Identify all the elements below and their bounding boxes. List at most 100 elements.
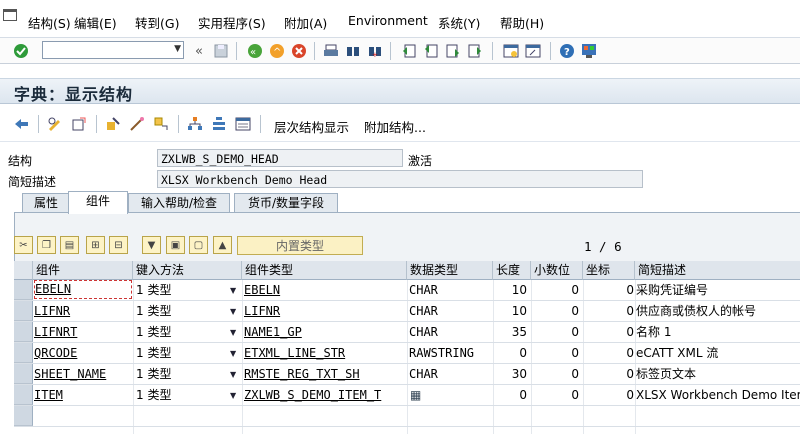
data-type-cell: CHAR — [409, 325, 438, 339]
sort-down-icon[interactable]: ▼ — [142, 236, 161, 254]
last-page-icon[interactable] — [466, 42, 484, 60]
component-name-cell[interactable]: SHEET_NAME — [34, 364, 132, 384]
row-selector[interactable] — [14, 385, 33, 405]
typing-method-cell[interactable]: 1 类型 — [136, 385, 226, 405]
column-header-coordinate[interactable]: 坐标 — [583, 261, 635, 280]
component-type-cell[interactable]: NAME1_GP — [244, 322, 404, 342]
column-header-data-type[interactable]: 数据类型 — [407, 261, 493, 280]
sort-up-icon[interactable]: ▲ — [213, 236, 232, 254]
next-page-icon[interactable] — [444, 42, 462, 60]
find-icon[interactable] — [344, 42, 362, 60]
component-type-cell[interactable]: RMSTE_REG_TXT_SH — [244, 364, 404, 384]
find-next-icon[interactable]: + — [366, 42, 384, 60]
tab-input-help[interactable]: 输入帮助/检查 — [128, 193, 230, 213]
paste-icon[interactable]: ▤ — [60, 236, 79, 254]
save-icon[interactable] — [212, 42, 230, 60]
length-cell: 30 — [511, 367, 527, 381]
component-type-cell[interactable]: LIFNR — [244, 301, 404, 321]
component-type-cell[interactable]: ETXML_LINE_STR — [244, 343, 404, 363]
first-page-icon[interactable] — [400, 42, 418, 60]
typing-method-cell[interactable]: 1 类型 — [136, 322, 226, 342]
row-selector[interactable] — [14, 322, 33, 342]
chevron-down-icon[interactable]: ▼ — [230, 307, 236, 316]
tab-components[interactable]: 组件 — [68, 191, 128, 214]
info-system-icon[interactable] — [234, 115, 252, 133]
chevron-down-icon[interactable]: ▼ — [230, 286, 236, 295]
component-name-cell[interactable]: LIFNR — [34, 301, 132, 321]
chevron-down-icon[interactable]: ▼ — [230, 349, 236, 358]
tab-attributes[interactable]: 属性 — [22, 193, 70, 213]
double-chevron-left-icon[interactable]: « — [190, 42, 208, 60]
column-header-typing-method[interactable]: 键入方法 — [133, 261, 242, 280]
menu-structure[interactable]: 结构(S) — [28, 13, 71, 32]
delete-row-icon[interactable]: ⊟ — [109, 236, 128, 254]
coordinate-cell: 0 — [626, 388, 634, 402]
menu-environment[interactable]: Environment — [348, 13, 428, 28]
column-header-length[interactable]: 长度 — [493, 261, 531, 280]
short-description-field[interactable]: XLSX Workbench Demo Head — [157, 170, 643, 188]
cut-icon[interactable]: ✂ — [14, 236, 33, 254]
display-change-icon[interactable] — [46, 115, 64, 133]
deselect-all-icon[interactable]: ▢ — [189, 236, 208, 254]
typing-method-cell[interactable]: 1 类型 — [136, 301, 226, 321]
component-type-cell[interactable]: ZXLWB_S_DEMO_ITEM_T — [244, 385, 404, 405]
chevron-down-icon[interactable]: ▼ — [230, 370, 236, 379]
menu-system[interactable]: 系统(Y) — [438, 13, 480, 32]
component-name-cell[interactable]: QRCODE — [34, 343, 132, 363]
column-header-decimals[interactable]: 小数位 — [531, 261, 583, 280]
create-session-icon[interactable] — [502, 42, 520, 60]
component-name-cell[interactable]: EBELN — [34, 280, 132, 299]
select-all-icon[interactable]: ▣ — [166, 236, 185, 254]
column-header-short-description[interactable]: 简短描述 — [635, 261, 800, 280]
tab-currency-fields[interactable]: 货币/数量字段 — [234, 193, 338, 213]
menu-help[interactable]: 帮助(H) — [500, 13, 544, 32]
row-selector[interactable] — [14, 280, 33, 300]
hierarchy-display-button[interactable]: 层次结构显示 — [274, 117, 349, 136]
row-selector[interactable] — [14, 364, 33, 384]
append-structure-button[interactable]: 附加结构... — [364, 117, 426, 136]
object-list-icon[interactable] — [186, 115, 204, 133]
column-header-component[interactable]: 组件 — [33, 261, 133, 280]
coordinate-cell: 0 — [626, 346, 634, 360]
column-header-component-type[interactable]: 组件类型 — [242, 261, 407, 280]
active-inactive-icon[interactable] — [70, 115, 88, 133]
enter-check-icon[interactable] — [12, 42, 30, 60]
where-used-icon[interactable] — [152, 115, 170, 133]
print-icon[interactable] — [322, 42, 340, 60]
row-selector[interactable] — [14, 343, 33, 363]
chevron-down-icon[interactable]: ▼ — [230, 391, 236, 400]
chevron-down-icon[interactable]: ▼ — [230, 328, 236, 337]
insert-row-icon[interactable]: ⊞ — [86, 236, 105, 254]
back-arrow-icon[interactable] — [12, 115, 30, 133]
component-name-cell[interactable]: LIFNRT — [34, 322, 132, 342]
navigation-window-icon[interactable] — [210, 115, 228, 133]
exit-icon[interactable]: ^ — [268, 42, 286, 60]
help-icon[interactable]: ? — [558, 42, 576, 60]
menu-utilities[interactable]: 实用程序(S) — [198, 13, 266, 32]
chevron-down-icon[interactable]: ▼ — [174, 44, 181, 54]
typing-method-cell[interactable]: 1 类型 — [136, 280, 226, 300]
component-name-cell[interactable]: ITEM — [34, 385, 132, 405]
cancel-icon[interactable] — [290, 42, 308, 60]
previous-page-icon[interactable] — [422, 42, 440, 60]
command-field[interactable]: ▼ — [42, 41, 184, 59]
row-selector[interactable] — [14, 301, 33, 321]
typing-method-cell[interactable]: 1 类型 — [136, 364, 226, 384]
component-type-cell[interactable]: EBELN — [244, 280, 404, 300]
check-object-icon[interactable] — [104, 115, 122, 133]
row-selector[interactable] — [14, 406, 33, 426]
customize-layout-icon[interactable] — [580, 42, 598, 60]
builtin-type-button[interactable]: 内置类型 — [237, 236, 363, 255]
structure-name-field[interactable]: ZXLWB_S_DEMO_HEAD — [157, 149, 403, 167]
copy-icon[interactable]: ❐ — [37, 236, 56, 254]
window-menu-icon[interactable] — [3, 9, 17, 21]
typing-method-cell[interactable]: 1 类型 — [136, 343, 226, 363]
select-all-corner[interactable] — [14, 261, 33, 280]
menu-extras[interactable]: 附加(A) — [284, 13, 327, 32]
shortcut-icon[interactable] — [524, 42, 542, 60]
menu-edit[interactable]: 编辑(E) — [74, 13, 117, 32]
activate-wand-icon[interactable] — [128, 115, 146, 133]
short-description-cell: XLSX Workbench Demo Item — [636, 388, 800, 402]
menu-goto[interactable]: 转到(G) — [135, 13, 179, 32]
back-icon[interactable]: « — [246, 42, 264, 60]
